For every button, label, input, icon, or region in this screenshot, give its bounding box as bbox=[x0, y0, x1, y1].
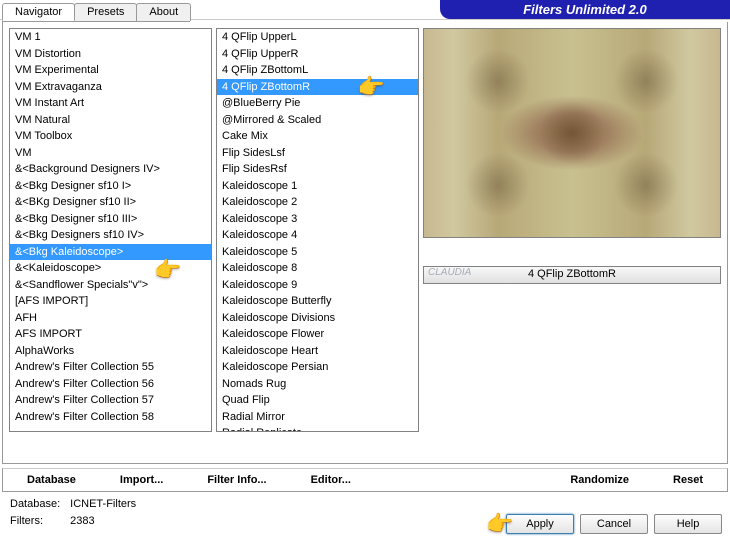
category-item[interactable]: Andrew's Filter Collection 55 bbox=[10, 359, 211, 376]
filter-list[interactable]: 4 QFlip UpperL4 QFlip UpperR4 QFlip ZBot… bbox=[216, 28, 419, 432]
filter-item[interactable]: Kaleidoscope 2 bbox=[217, 194, 418, 211]
preview-image bbox=[424, 29, 720, 237]
filter-info-button[interactable]: Filter Info... bbox=[189, 472, 284, 488]
import-button[interactable]: Import... bbox=[102, 472, 181, 488]
category-item[interactable]: VM Distortion bbox=[10, 46, 211, 63]
filter-item[interactable]: @Mirrored & Scaled bbox=[217, 112, 418, 129]
filter-name-bar: CLAUDIA 4 QFlip ZBottomR bbox=[423, 266, 721, 284]
filter-item[interactable]: 4 QFlip ZBottomL bbox=[217, 62, 418, 79]
main-panel: VM 1VM DistortionVM ExperimentalVM Extra… bbox=[2, 22, 728, 464]
database-button[interactable]: Database bbox=[9, 472, 94, 488]
apply-button[interactable]: Apply bbox=[506, 514, 574, 534]
app-title: Filters Unlimited 2.0 bbox=[440, 0, 730, 19]
category-item[interactable]: &<Background Designers IV> bbox=[10, 161, 211, 178]
filter-item[interactable]: Kaleidoscope 1 bbox=[217, 178, 418, 195]
filter-item[interactable]: Kaleidoscope Divisions bbox=[217, 310, 418, 327]
filter-item[interactable]: Kaleidoscope Persian bbox=[217, 359, 418, 376]
randomize-button[interactable]: Randomize bbox=[552, 472, 647, 488]
filter-item[interactable]: Cake Mix bbox=[217, 128, 418, 145]
cancel-button[interactable]: Cancel bbox=[580, 514, 648, 534]
filter-item[interactable]: Kaleidoscope Butterfly bbox=[217, 293, 418, 310]
help-button[interactable]: Help bbox=[654, 514, 722, 534]
category-item[interactable]: VM Toolbox bbox=[10, 128, 211, 145]
filter-name-label: 4 QFlip ZBottomR bbox=[528, 268, 616, 280]
dialog-buttons: Apply Cancel Help bbox=[506, 514, 722, 534]
filter-item[interactable]: Quad Flip bbox=[217, 392, 418, 409]
filter-item[interactable]: 4 QFlip UpperR bbox=[217, 46, 418, 63]
status-database-label: Database: bbox=[10, 497, 68, 512]
watermark: CLAUDIA bbox=[428, 267, 471, 278]
category-item[interactable]: &<Bkg Designers sf10 IV> bbox=[10, 227, 211, 244]
filter-item[interactable]: Kaleidoscope Heart bbox=[217, 343, 418, 360]
filter-item[interactable]: Kaleidoscope 4 bbox=[217, 227, 418, 244]
category-item[interactable]: &<Bkg Kaleidoscope> bbox=[10, 244, 211, 261]
category-item[interactable]: VM Experimental bbox=[10, 62, 211, 79]
filter-item[interactable]: @BlueBerry Pie bbox=[217, 95, 418, 112]
filter-item[interactable]: Kaleidoscope 3 bbox=[217, 211, 418, 228]
filter-item[interactable]: Kaleidoscope 9 bbox=[217, 277, 418, 294]
category-item[interactable]: &<Bkg Designer sf10 III> bbox=[10, 211, 211, 228]
category-item[interactable]: VM Extravaganza bbox=[10, 79, 211, 96]
filter-item[interactable]: Flip SidesLsf bbox=[217, 145, 418, 162]
filter-item[interactable]: Kaleidoscope 5 bbox=[217, 244, 418, 261]
category-item[interactable]: &<Kaleidoscope> bbox=[10, 260, 211, 277]
category-item[interactable]: Andrew's Filter Collection 58 bbox=[10, 409, 211, 426]
editor-button[interactable]: Editor... bbox=[293, 472, 369, 488]
status-filters-value: 2383 bbox=[70, 514, 136, 529]
filter-item[interactable]: Kaleidoscope 8 bbox=[217, 260, 418, 277]
tab-row: Navigator Presets About bbox=[2, 3, 190, 22]
status-database-value: ICNET-Filters bbox=[70, 497, 136, 512]
category-list[interactable]: VM 1VM DistortionVM ExperimentalVM Extra… bbox=[9, 28, 212, 432]
category-item[interactable]: VM 1 bbox=[10, 29, 211, 46]
tab-navigator[interactable]: Navigator bbox=[2, 3, 75, 21]
category-item[interactable]: Andrew's Filter Collection 56 bbox=[10, 376, 211, 393]
category-item[interactable]: VM Instant Art bbox=[10, 95, 211, 112]
filter-item[interactable]: 4 QFlip UpperL bbox=[217, 29, 418, 46]
category-item[interactable]: &<Sandflower Specials"v"> bbox=[10, 277, 211, 294]
category-item[interactable]: AlphaWorks bbox=[10, 343, 211, 360]
status-area: Database:ICNET-Filters Filters:2383 bbox=[8, 495, 138, 531]
filter-item[interactable]: 4 QFlip ZBottomR bbox=[217, 79, 418, 96]
category-item[interactable]: VM Natural bbox=[10, 112, 211, 129]
category-item[interactable]: &<BKg Designer sf10 II> bbox=[10, 194, 211, 211]
tab-presets[interactable]: Presets bbox=[74, 3, 137, 21]
status-filters-label: Filters: bbox=[10, 514, 68, 529]
category-item[interactable]: AFS IMPORT bbox=[10, 326, 211, 343]
filter-item[interactable]: Nomads Rug bbox=[217, 376, 418, 393]
category-item[interactable]: [AFS IMPORT] bbox=[10, 293, 211, 310]
category-item[interactable]: VM bbox=[10, 145, 211, 162]
preview-box bbox=[423, 28, 721, 238]
category-item[interactable]: &<Bkg Designer sf10 I> bbox=[10, 178, 211, 195]
filter-item[interactable]: Radial Mirror bbox=[217, 409, 418, 426]
preview-pane: CLAUDIA 4 QFlip ZBottomR bbox=[423, 28, 721, 457]
reset-button[interactable]: Reset bbox=[655, 472, 721, 488]
category-item[interactable]: AFH bbox=[10, 310, 211, 327]
filter-item[interactable]: Kaleidoscope Flower bbox=[217, 326, 418, 343]
category-item[interactable]: Andrew's Filter Collection 57 bbox=[10, 392, 211, 409]
tab-about[interactable]: About bbox=[136, 3, 191, 21]
filter-item[interactable]: Radial Replicate bbox=[217, 425, 418, 432]
toolbar: Database Import... Filter Info... Editor… bbox=[2, 468, 728, 492]
filter-item[interactable]: Flip SidesRsf bbox=[217, 161, 418, 178]
